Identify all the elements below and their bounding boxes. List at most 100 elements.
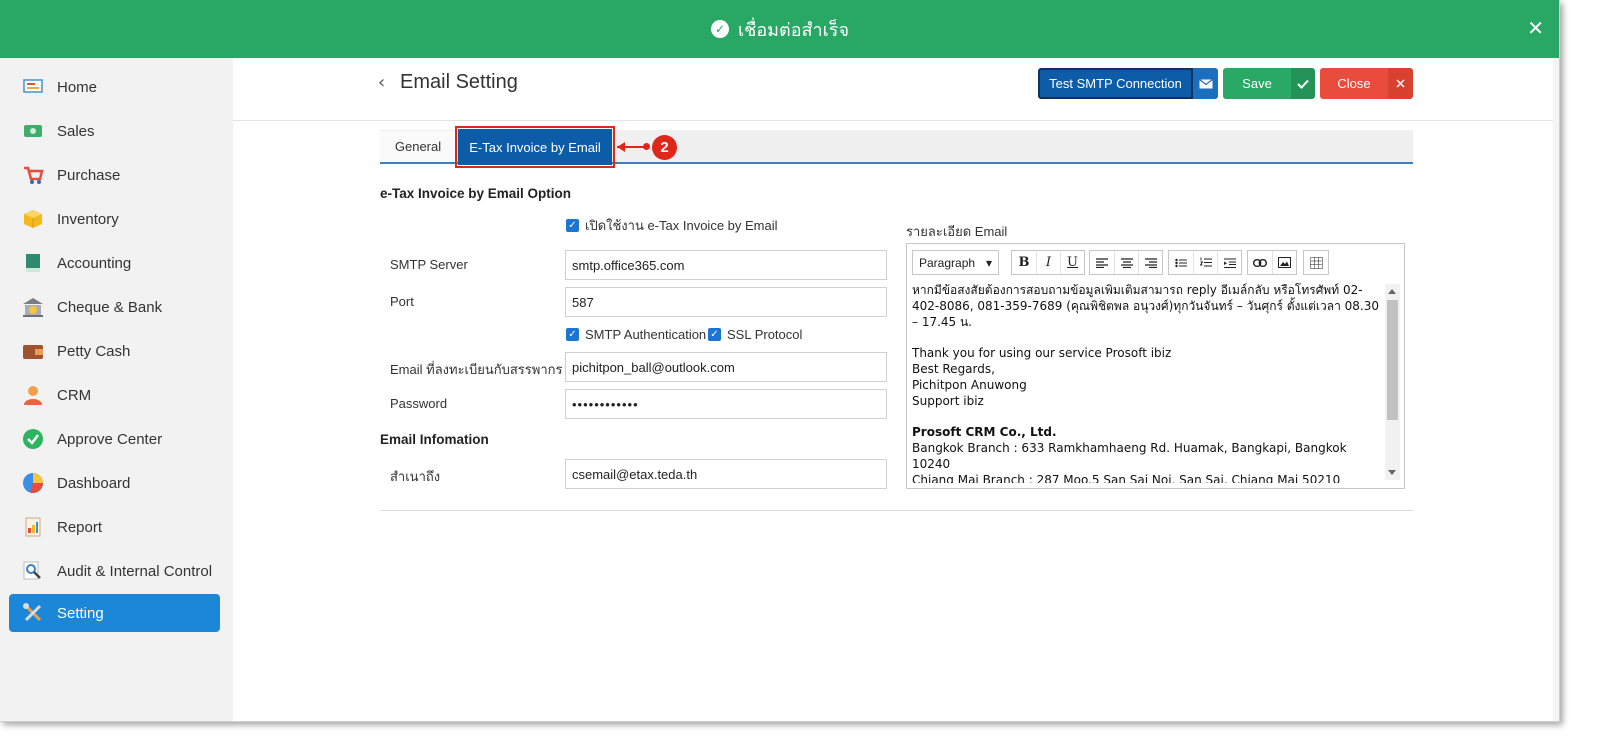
page-title: Email Setting	[400, 71, 518, 93]
cc-input[interactable]	[565, 459, 887, 489]
link-icon[interactable]	[1248, 251, 1272, 274]
check-circle-icon	[22, 428, 44, 450]
smtp-server-input[interactable]	[565, 250, 887, 280]
checkbox-checked-icon[interactable]: ✓	[566, 328, 579, 341]
sidebar-item-cheque-bank[interactable]: Cheque & Bank	[9, 288, 220, 326]
close-icon[interactable]	[1388, 68, 1413, 99]
editor-content[interactable]: หากมีข้อสงสัยต้องการสอบถามข้อมูลเพิ่มเติ…	[912, 283, 1385, 483]
editor-label: รายละเอียด Email	[906, 224, 1008, 239]
email-label: Email ที่ลงทะเบียนกับสรรพากร	[390, 362, 563, 377]
bold-icon[interactable]: B	[1012, 251, 1036, 274]
home-icon	[22, 76, 44, 98]
sidebar-item-accounting[interactable]: Accounting	[9, 244, 220, 282]
toast-close-icon[interactable]: ✕	[1527, 16, 1544, 40]
scroll-down-icon[interactable]	[1388, 470, 1396, 475]
sidebar-item-audit[interactable]: Audit & Internal Control	[9, 552, 220, 590]
bullet-list-icon[interactable]	[1169, 251, 1193, 274]
sidebar-item-purchase[interactable]: Purchase	[9, 156, 220, 194]
sidebar-item-label: Approve Center	[57, 430, 163, 448]
sidebar-item-petty-cash[interactable]: Petty Cash	[9, 332, 220, 370]
crm-icon	[22, 384, 44, 406]
annotation-arrow-head	[617, 142, 625, 152]
close-button[interactable]: Close	[1320, 68, 1388, 99]
option-heading: e-Tax Invoice by Email Option	[380, 186, 572, 201]
sales-icon	[22, 120, 44, 142]
sidebar-item-dashboard[interactable]: Dashboard	[9, 464, 220, 502]
sidebar-item-label: Report	[57, 518, 103, 536]
caret-down-icon: ▾	[985, 255, 992, 270]
info-heading: Email Infomation	[380, 432, 489, 447]
success-toast: ✓ เชื่อมต่อสำเร็จ ✕	[0, 0, 1559, 58]
ssl-checkbox[interactable]: ✓ SSL Protocol	[708, 327, 802, 342]
step-badge: 2	[652, 135, 677, 160]
company-name: Prosoft CRM Co., Ltd.	[912, 425, 1057, 440]
editor-toolbar: Paragraph ▾ B I U	[907, 244, 1404, 282]
check-circle-icon: ✓	[710, 20, 729, 38]
report-icon	[22, 516, 44, 538]
table-icon[interactable]	[1304, 251, 1328, 274]
cc-label: สำเนาถึง	[390, 469, 441, 484]
sidebar-item-label: Purchase	[57, 166, 121, 184]
enable-etax-checkbox[interactable]: ✓ เปิดใช้งาน e-Tax Invoice by Email	[566, 215, 778, 236]
numbered-list-icon[interactable]	[1193, 251, 1217, 274]
indent-icon[interactable]	[1217, 251, 1241, 274]
sidebar-item-label: Home	[57, 78, 98, 96]
save-button[interactable]: Save	[1223, 68, 1291, 99]
envelope-icon[interactable]	[1193, 68, 1218, 99]
box-icon	[22, 208, 44, 230]
sidebar-item-sales[interactable]: Sales	[9, 112, 220, 150]
scroll-up-icon[interactable]	[1388, 289, 1396, 294]
sidebar-item-label: Setting	[57, 604, 104, 622]
page-scrollbar[interactable]	[1553, 58, 1559, 721]
sidebar-item-setting[interactable]: Setting	[9, 594, 220, 632]
sidebar-item-label: Accounting	[57, 254, 132, 272]
sidebar-item-crm[interactable]: CRM	[9, 376, 220, 414]
enable-etax-label: เปิดใช้งาน e-Tax Invoice by Email	[585, 218, 778, 233]
align-center-icon[interactable]	[1114, 251, 1138, 274]
test-smtp-button[interactable]: Test SMTP Connection	[1038, 68, 1193, 99]
magnifier-icon	[22, 560, 44, 582]
email-input[interactable]	[565, 352, 887, 382]
align-left-icon[interactable]	[1090, 251, 1114, 274]
ssl-label: SSL Protocol	[727, 327, 803, 342]
sidebar-item-label: Dashboard	[57, 474, 131, 492]
sidebar-item-report[interactable]: Report	[9, 508, 220, 546]
annotation-arrow-dot	[643, 143, 650, 150]
password-label: Password	[390, 396, 448, 411]
checkbox-checked-icon[interactable]: ✓	[566, 219, 579, 232]
sidebar-item-approve-center[interactable]: Approve Center	[9, 420, 220, 458]
back-icon[interactable]: ‹	[378, 72, 385, 93]
cart-icon	[22, 164, 44, 186]
tab-general[interactable]: General	[380, 131, 456, 162]
email-body-paragraph: หากมีข้อสงสัยต้องการสอบถามข้อมูลเพิ่มเติ…	[912, 283, 1379, 329]
paragraph-select[interactable]: Paragraph ▾	[912, 250, 999, 275]
paragraph-select-value: Paragraph	[919, 255, 976, 270]
header-divider	[233, 120, 1559, 121]
sidebar-item-label: Petty Cash	[57, 342, 131, 360]
port-input[interactable]	[565, 287, 887, 317]
align-right-icon[interactable]	[1138, 251, 1162, 274]
format-group: B I U	[1011, 250, 1085, 275]
editor-scrollbar[interactable]	[1385, 284, 1400, 480]
password-input[interactable]	[565, 389, 887, 419]
insert-group	[1247, 250, 1297, 275]
italic-icon[interactable]: I	[1036, 251, 1060, 274]
sidebar-item-label: CRM	[57, 386, 92, 404]
smtp-server-label: SMTP Server	[390, 257, 468, 272]
underline-icon[interactable]: U	[1060, 251, 1084, 274]
image-icon[interactable]	[1272, 251, 1296, 274]
highlight-box	[455, 126, 615, 168]
book-icon	[22, 252, 44, 274]
list-group	[1168, 250, 1242, 275]
smtp-auth-checkbox[interactable]: ✓ SMTP Authentication	[566, 327, 706, 342]
checkbox-checked-icon[interactable]: ✓	[708, 328, 721, 341]
sidebar-item-inventory[interactable]: Inventory	[9, 200, 220, 238]
sidebar-item-label: Cheque & Bank	[57, 298, 163, 316]
check-icon[interactable]	[1291, 68, 1315, 99]
scroll-thumb[interactable]	[1387, 300, 1398, 420]
toast-message: เชื่อมต่อสำเร็จ	[737, 19, 849, 41]
port-label: Port	[390, 294, 414, 309]
app-window: ✓ เชื่อมต่อสำเร็จ ✕ Home Sales Purchase …	[0, 0, 1560, 722]
sidebar-item-home[interactable]: Home	[9, 68, 220, 106]
wallet-icon	[22, 340, 44, 362]
